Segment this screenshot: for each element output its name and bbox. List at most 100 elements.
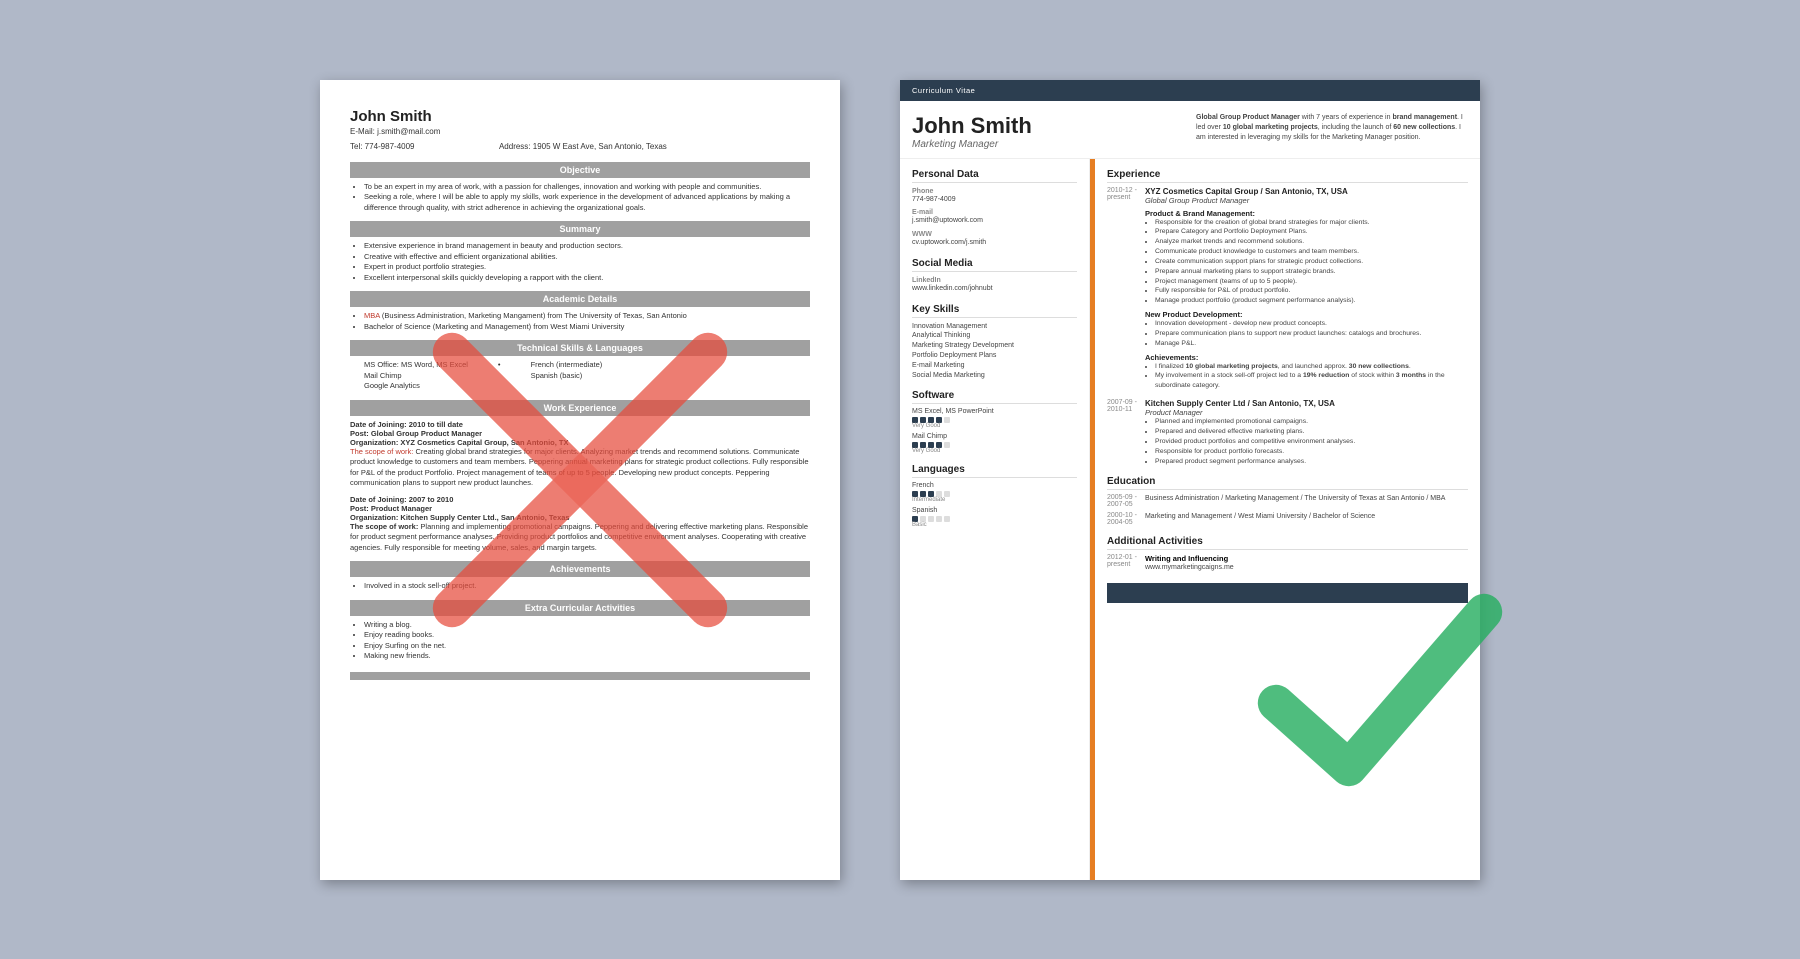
add1-details: Writing and Influencing www.mymarketingc… xyxy=(1145,554,1234,573)
list-item: I finalized 10 global marketing projects… xyxy=(1155,362,1468,372)
list-item: Prepared product segment performance ana… xyxy=(1155,457,1468,467)
personal-data-title: Personal Data xyxy=(912,169,1077,183)
right-header: John Smith Marketing Manager Global Grou… xyxy=(900,101,1480,159)
achievements-list: Involved in a stock sell-off project. xyxy=(350,581,810,592)
exp-entry-2: 2007-09 -2010-11 Kitchen Supply Center L… xyxy=(1107,399,1468,466)
extra-2: Enjoy reading books. xyxy=(364,630,810,641)
list-item: Create communication support plans for s… xyxy=(1155,257,1468,267)
languages-title: Languages xyxy=(912,464,1077,478)
left-address: Address: 1905 W East Ave, San Antonio, T… xyxy=(499,142,667,151)
add1-value: www.mymarketingcaigns.me xyxy=(1145,563,1234,573)
exp1-npd: New Product Development: xyxy=(1145,310,1468,319)
exp1-pbm: Product & Brand Management: xyxy=(1145,209,1468,218)
work1-date: Date of Joining: 2010 to till date xyxy=(350,420,810,429)
cv-banner: Curriculum Vitae xyxy=(900,80,1480,101)
edu-entry-1: 2005-09 -2007-05 Business Administration… xyxy=(1107,494,1468,508)
obj-1: To be an expert in my area of work, with… xyxy=(364,182,810,193)
bottom-bar xyxy=(350,672,810,680)
additional-entry-1: 2012-01 -present Writing and Influencing… xyxy=(1107,554,1468,573)
bottom-bar-right xyxy=(1107,583,1468,603)
list-item: Provided product portfolios and competit… xyxy=(1155,437,1468,447)
list-item: Manage product portfolio (product segmen… xyxy=(1155,296,1468,306)
right-body: Personal Data Phone 774-987-4009 E-mail … xyxy=(900,159,1480,880)
software-row-2: Mail Chimp Very Good xyxy=(912,433,1077,454)
exp1-role: Global Group Product Manager xyxy=(1145,196,1468,205)
work2-date: Date of Joining: 2007 to 2010 xyxy=(350,495,810,504)
skill-4: Portfolio Deployment Plans xyxy=(912,351,1077,361)
skill-2: Analytical Thinking xyxy=(912,331,1077,341)
skill-6: Social Media Marketing xyxy=(912,371,1077,381)
list-item: Responsible for product portfolio foreca… xyxy=(1155,447,1468,457)
work-entry-2: Date of Joining: 2007 to 2010 Post: Prod… xyxy=(350,495,810,554)
edu1-detail: Business Administration / Marketing Mana… xyxy=(1145,494,1446,508)
list-item: Prepare annual marketing plans to suppor… xyxy=(1155,267,1468,277)
software-title: Software xyxy=(912,390,1077,404)
skills-right: French (intermediate) Spanish (basic) xyxy=(531,360,603,392)
exp1-pbm-list: Responsible for the creation of global b… xyxy=(1145,218,1468,307)
exp2-dates: 2007-09 -2010-11 xyxy=(1107,399,1137,466)
ach-1: Involved in a stock sell-off project. xyxy=(364,581,810,592)
email-value: j.smith@uptowork.com xyxy=(912,216,1077,226)
lang-row-1: French Intermediate xyxy=(912,482,1077,503)
objective-list: To be an expert in my area of work, with… xyxy=(350,182,810,214)
extra-header: Extra Curricular Activities xyxy=(350,600,810,616)
exp1-ach: Achievements: xyxy=(1145,353,1468,362)
objective-header: Objective xyxy=(350,162,810,178)
summary-list: Extensive experience in brand management… xyxy=(350,241,810,283)
edu1-dates: 2005-09 -2007-05 xyxy=(1107,494,1137,508)
phone-label: Phone xyxy=(912,188,1077,195)
lang-1-name: French Intermediate xyxy=(912,482,1077,503)
work2-org: Organization: Kitchen Supply Center Ltd.… xyxy=(350,513,810,522)
software-row-1: MS Excel, MS PowerPoint Very Good xyxy=(912,408,1077,429)
sum-3: Expert in product portfolio strategies. xyxy=(364,262,810,273)
academic-header: Academic Details xyxy=(350,291,810,307)
list-item: Analyze market trends and recommend solu… xyxy=(1155,237,1468,247)
right-right-col: Experience 2010-12 -present XYZ Cosmetic… xyxy=(1095,159,1480,880)
exp2-details: Kitchen Supply Center Ltd / San Antonio,… xyxy=(1145,399,1468,466)
extra-3: Enjoy Surfing on the net. xyxy=(364,641,810,652)
linkedin-value: www.linkedin.com/johnubt xyxy=(912,284,1077,294)
list-item: Innovation development - develop new pro… xyxy=(1155,319,1468,329)
list-item: Prepare Category and Portfolio Deploymen… xyxy=(1155,227,1468,237)
technical-header: Technical Skills & Languages xyxy=(350,340,810,356)
exp1-header: 2010-12 -present XYZ Cosmetics Capital G… xyxy=(1107,187,1468,392)
www-label: WWW xyxy=(912,231,1077,238)
right-resume: Curriculum Vitae John Smith Marketing Ma… xyxy=(900,80,1480,880)
skill-1: Innovation Management xyxy=(912,322,1077,332)
right-summary: Global Group Product Manager with 7 year… xyxy=(1196,113,1468,143)
experience-title: Experience xyxy=(1107,169,1468,183)
work1-scope: The scope of work: Creating global brand… xyxy=(350,447,810,489)
exp2-role: Product Manager xyxy=(1145,408,1468,417)
sum-2: Creative with effective and efficient or… xyxy=(364,252,810,263)
exp2-list: Planned and implemented promotional camp… xyxy=(1145,417,1468,466)
www-value: cv.uptowork.com/j.smith xyxy=(912,238,1077,248)
work1-post: Post: Global Group Product Manager xyxy=(350,429,810,438)
right-name-block: John Smith Marketing Manager xyxy=(912,113,1184,150)
achievements-header: Achievements xyxy=(350,561,810,577)
exp2-company: Kitchen Supply Center Ltd / San Antonio,… xyxy=(1145,399,1468,408)
exp-entry-1: 2010-12 -present XYZ Cosmetics Capital G… xyxy=(1107,187,1468,392)
key-skills-title: Key Skills xyxy=(912,304,1077,318)
acad-1: MBA (Business Administration, Marketing … xyxy=(364,311,810,322)
exp1-npd-list: Innovation development - develop new pro… xyxy=(1145,319,1468,349)
list-item: Communicate product knowledge to custome… xyxy=(1155,247,1468,257)
academic-list: MBA (Business Administration, Marketing … xyxy=(350,311,810,332)
exp1-dates: 2010-12 -present xyxy=(1107,187,1137,392)
work-header: Work Experience xyxy=(350,400,810,416)
acad-2: Bachelor of Science (Marketing and Manag… xyxy=(364,322,810,333)
right-name: John Smith xyxy=(912,113,1184,139)
email-label: E-mail xyxy=(912,209,1077,216)
skills-row: MS Office: MS Word, MS Excel Mail Chimp … xyxy=(350,360,810,392)
list-item: Responsible for the creation of global b… xyxy=(1155,218,1468,228)
lang-row-2: Spanish Basic xyxy=(912,507,1077,528)
list-item: Project management (teams of up to 5 peo… xyxy=(1155,277,1468,287)
education-title: Education xyxy=(1107,476,1468,490)
exp2-header: 2007-09 -2010-11 Kitchen Supply Center L… xyxy=(1107,399,1468,466)
work2-post: Post: Product Manager xyxy=(350,504,810,513)
left-name: John Smith xyxy=(350,108,810,125)
list-item: My involvement in a stock sell-off proje… xyxy=(1155,371,1468,391)
linkedin-label: LinkedIn xyxy=(912,277,1077,284)
exp1-ach-list: I finalized 10 global marketing projects… xyxy=(1145,362,1468,392)
additional-title: Additional Activities xyxy=(1107,536,1468,550)
software-2-name: Mail Chimp Very Good xyxy=(912,433,1077,454)
